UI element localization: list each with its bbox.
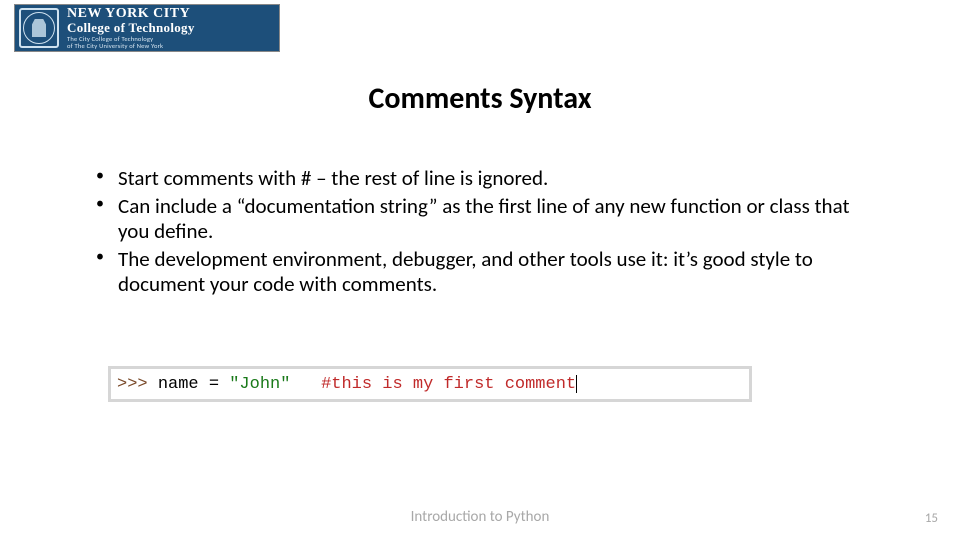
logo-line2: College of Technology [67,21,195,35]
code-string: "John" [229,375,290,394]
slide-title: Comments Syntax [0,80,960,117]
code-var: name [158,375,199,394]
bullet-list: Start comments with # – the rest of line… [90,166,870,300]
slide: NEW YORK CITY College of Technology The … [0,0,960,540]
code-line: >>> name = "John" #this is my first comm… [111,369,749,399]
college-seal-icon [19,8,59,48]
text-caret-icon [576,375,577,393]
footer-title: Introduction to Python [0,508,960,526]
college-logo-text: NEW YORK CITY College of Technology The … [67,7,195,50]
bullet-text-pre: Start comments with [118,165,301,191]
bullet-text: The development environment, debugger, a… [118,246,813,298]
code-gap [290,375,321,394]
code-prompt: >>> [117,375,158,394]
college-logo: NEW YORK CITY College of Technology The … [14,4,280,52]
bullet-item: Start comments with # – the rest of line… [90,166,870,192]
bullet-text: Can include a “documentation string” as … [118,193,850,245]
code-comment: #this is my first comment [321,375,576,394]
code-example: >>> name = "John" #this is my first comm… [108,366,752,402]
hash-symbol: # [301,165,311,191]
logo-line1: NEW YORK CITY [67,7,195,22]
bullet-item: The development environment, debugger, a… [90,247,870,298]
logo-line4: of The City University of New York [67,43,195,50]
bullet-item: Can include a “documentation string” as … [90,194,870,245]
code-eq: = [199,375,230,394]
bullet-text-post: – the rest of line is ignored. [311,165,548,191]
page-number: 15 [925,511,938,526]
